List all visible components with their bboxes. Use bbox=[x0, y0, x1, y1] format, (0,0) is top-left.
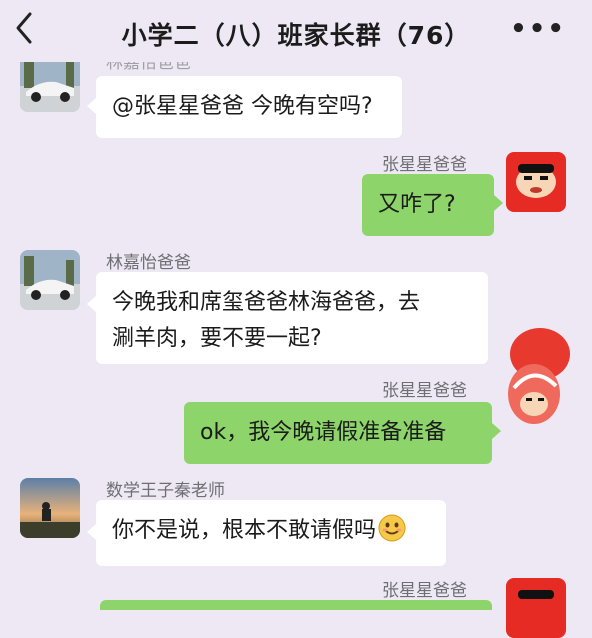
sender-name: 张星星爸爸 bbox=[382, 381, 467, 401]
bubble-tail bbox=[494, 195, 503, 211]
bubble-tail bbox=[87, 524, 96, 540]
sender-name: 张星星爸爸 bbox=[382, 581, 467, 601]
chat-header: 小学二（八）班家长群（76） ••• bbox=[0, 0, 592, 62]
group-title: 小学二（八）班家长群（76） bbox=[121, 21, 471, 50]
bubble-tail bbox=[87, 98, 96, 114]
message-bubble[interactable] bbox=[100, 600, 492, 610]
message-text: 你不是说，根本不敢请假吗 bbox=[112, 518, 377, 543]
sticker-icon bbox=[500, 324, 572, 434]
bubble-tail bbox=[87, 296, 96, 312]
avatar-crayon-shin[interactable] bbox=[506, 578, 566, 638]
message-bubble[interactable]: 今晚我和席玺爸爸林海爸爸，去 涮羊肉，要不要一起? bbox=[96, 272, 488, 364]
smiling-face-emoji bbox=[378, 514, 406, 542]
more-options-icon[interactable]: ••• bbox=[510, 14, 566, 44]
bubble-tail bbox=[492, 423, 501, 439]
sender-name: 张星星爸爸 bbox=[382, 155, 467, 175]
sender-name: 数学王子秦老师 bbox=[106, 481, 225, 501]
message-bubble[interactable]: ok，我今晚请假准备准备 bbox=[184, 402, 492, 464]
message-bubble[interactable]: 你不是说，根本不敢请假吗 bbox=[96, 500, 446, 566]
avatar-sports-car[interactable] bbox=[20, 250, 80, 310]
message-line: 今晚我和席玺爸爸林海爸爸，去 bbox=[112, 290, 421, 315]
message-line: 涮羊肉，要不要一起? bbox=[112, 326, 322, 351]
message-bubble[interactable]: 又咋了? bbox=[362, 174, 494, 236]
sender-name: 林嘉怡爸爸 bbox=[106, 253, 191, 273]
avatar-crayon-shin[interactable] bbox=[506, 152, 566, 212]
avatar-sunset-photo[interactable] bbox=[20, 478, 80, 538]
message-bubble[interactable]: @张星星爸爸 今晚有空吗? bbox=[96, 76, 402, 138]
